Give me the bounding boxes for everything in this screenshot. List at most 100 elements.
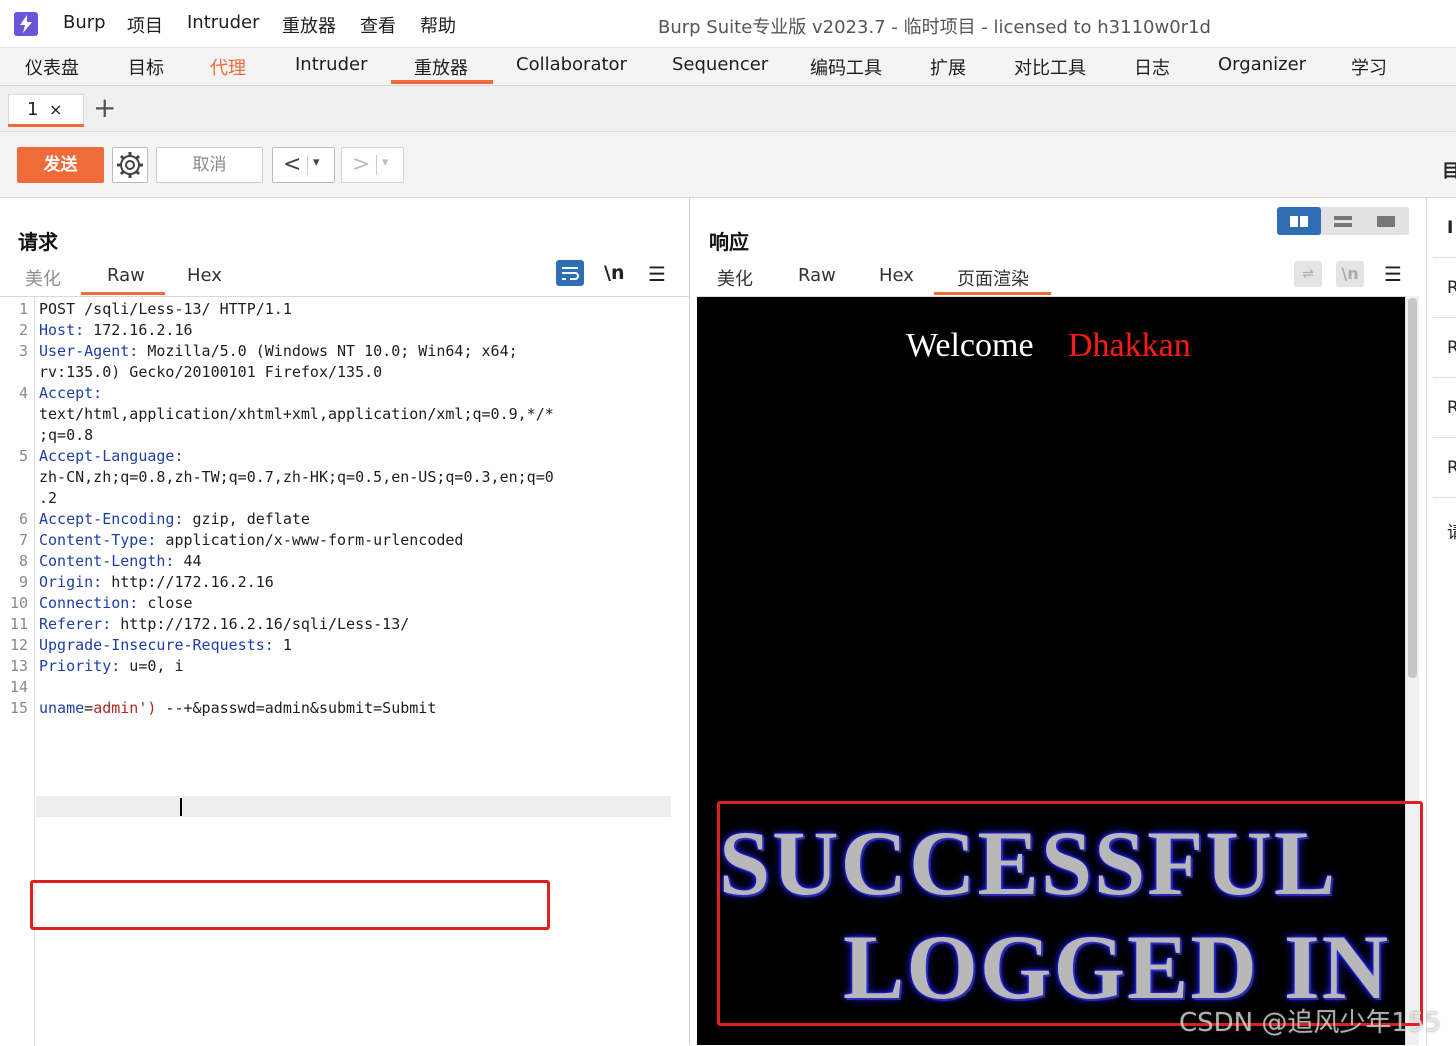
inspector-item[interactable]: 请 [1447,518,1456,543]
payload-highlight-box [30,880,550,930]
code-line[interactable]: uname=admin') --+&passwd=admin&submit=Su… [39,699,436,717]
inspector-item[interactable]: R [1447,338,1456,358]
code-line[interactable]: Content-Length: 44 [39,552,202,570]
code-line[interactable]: Host: 172.16.2.16 [39,321,193,339]
code-line[interactable]: ;q=0.8 [39,426,93,444]
menu-project[interactable]: 项目 [127,12,163,38]
code-line[interactable]: text/html,application/xhtml+xml,applicat… [39,405,554,423]
chevron-down-icon[interactable]: ▾ [313,155,320,170]
code-token: 44 [174,552,202,570]
next-request-button[interactable]: > ▾ [341,147,404,183]
tab-logger[interactable]: 日志 [1134,54,1170,80]
scrollbar-thumb[interactable] [1408,298,1417,678]
add-tab-icon[interactable]: + [93,93,116,123]
request-tab-raw[interactable]: Raw [107,265,145,286]
tab-dashboard[interactable]: 仪表盘 [25,54,79,80]
code-line[interactable]: Accept-Language: [39,447,184,465]
request-editor[interactable]: 1 2 3 4 5 6 7 8 9 10 11 12 13 14 15 POST /sqli/Less-13… [0,296,690,1046]
code-token: Connection: [39,594,139,612]
horizontal-view-icon[interactable] [1334,216,1352,227]
line-number: 5 [18,447,28,465]
chevron-right-icon: > [352,152,371,177]
chevron-down-icon[interactable]: ▾ [382,155,389,170]
line-number: 13 [9,657,28,675]
send-button[interactable]: 发送 [17,147,104,183]
menu-view[interactable]: 查看 [360,12,396,38]
code-line[interactable]: User-Agent: Mozilla/5.0 (Windows NT 10.0… [39,342,518,360]
code-token: = [84,699,94,717]
line-number: 9 [18,573,28,591]
menu-icon[interactable]: ☰ [1384,262,1402,286]
tab-comparer[interactable]: 对比工具 [1014,54,1086,80]
word-wrap-icon[interactable] [556,260,584,286]
close-icon[interactable]: × [49,100,62,119]
menu-repeater[interactable]: 重放器 [282,12,336,38]
response-title: 响应 [709,230,749,254]
code-token: http://172.16.2.16 [102,573,274,591]
code-token: Host: [39,321,85,339]
tab-intruder[interactable]: Intruder [295,54,367,75]
newline-icon[interactable]: \n [604,262,624,284]
response-tab-raw[interactable]: Raw [798,265,836,286]
code-token: --+&passwd=admin&submit=Submit [156,699,437,717]
inspector-item[interactable]: R [1447,398,1456,418]
layout-split-button[interactable] [1277,207,1321,235]
request-tab-hex[interactable]: Hex [187,265,222,286]
gear-icon [117,152,143,178]
tab-target[interactable]: 目标 [128,54,164,80]
code-line[interactable]: .2 [39,489,57,507]
repeater-tab-1[interactable]: 1 × [8,94,84,126]
request-title: 请求 [18,230,58,254]
code-line[interactable]: Priority: u=0, i [39,657,184,675]
target-label-truncated[interactable]: 目 [1442,157,1456,183]
menu-intruder[interactable]: Intruder [187,12,259,33]
word-wrap-icon[interactable]: ⇌ [1294,261,1322,287]
line-number: 14 [9,678,28,696]
request-tab-pretty[interactable]: 美化 [25,265,61,291]
response-tab-pretty[interactable]: 美化 [717,265,753,291]
newline-icon[interactable]: \n [1336,261,1364,287]
code-token: text/html,application/xhtml+xml,applicat… [39,405,554,423]
tab-organizer[interactable]: Organizer [1218,54,1306,75]
tab-sequencer[interactable]: Sequencer [672,54,768,75]
tab-decoder[interactable]: 编码工具 [810,54,882,80]
code-line[interactable]: Origin: http://172.16.2.16 [39,573,274,591]
layout-toggle [1277,207,1409,235]
code-line[interactable]: rv:135.0) Gecko/20100101 Firefox/135.0 [39,363,382,381]
code-token: zh-CN,zh;q=0.8,zh-TW;q=0.7,zh-HK;q=0.5,e… [39,468,554,486]
tab-learn[interactable]: 学习 [1351,54,1387,80]
code-line[interactable]: Connection: close [39,594,193,612]
menu-burp[interactable]: Burp [63,12,106,33]
code-line[interactable]: Referer: http://172.16.2.16/sqli/Less-13… [39,615,409,633]
code-token: Content-Length: [39,552,175,570]
menu-help[interactable]: 帮助 [420,12,456,38]
cancel-button[interactable]: 取消 [156,147,263,183]
menu-icon[interactable]: ☰ [648,262,666,286]
response-active-subtab-indicator [934,292,1051,295]
code-line[interactable]: Content-Type: application/x-www-form-url… [39,531,463,549]
inspector-item[interactable]: R [1447,278,1456,298]
code-line[interactable]: Accept-Encoding: gzip, deflate [39,510,310,528]
settings-button[interactable] [112,147,148,183]
code-line[interactable]: POST /sqli/Less-13/ HTTP/1.1 [39,300,292,318]
single-view-icon[interactable] [1377,216,1395,227]
tab-collaborator[interactable]: Collaborator [516,54,627,75]
inspector-item[interactable]: I [1447,218,1453,238]
tab-repeater[interactable]: 重放器 [414,54,468,80]
line-number: 12 [9,636,28,654]
tab-extensions[interactable]: 扩展 [930,54,966,80]
response-tab-hex[interactable]: Hex [879,265,914,286]
code-token: uname [39,699,85,717]
tab-proxy[interactable]: 代理 [210,54,246,80]
line-number: 15 [9,699,28,717]
code-token: Priority: [39,657,121,675]
repeater-toolbar: 发送 取消 < ▾ > ▾ 目 [0,132,1456,198]
code-line[interactable]: Upgrade-Insecure-Requests: 1 [39,636,292,654]
code-line[interactable]: zh-CN,zh;q=0.8,zh-TW;q=0.7,zh-HK;q=0.5,e… [39,468,554,486]
response-tab-render[interactable]: 页面渲染 [957,265,1029,291]
previous-request-button[interactable]: < ▾ [272,147,335,183]
code-token: gzip, deflate [183,510,310,528]
code-line[interactable]: Accept: [39,384,102,402]
inspector-item[interactable]: R [1447,458,1456,478]
code-token: Upgrade-Insecure-Requests: [39,636,274,654]
